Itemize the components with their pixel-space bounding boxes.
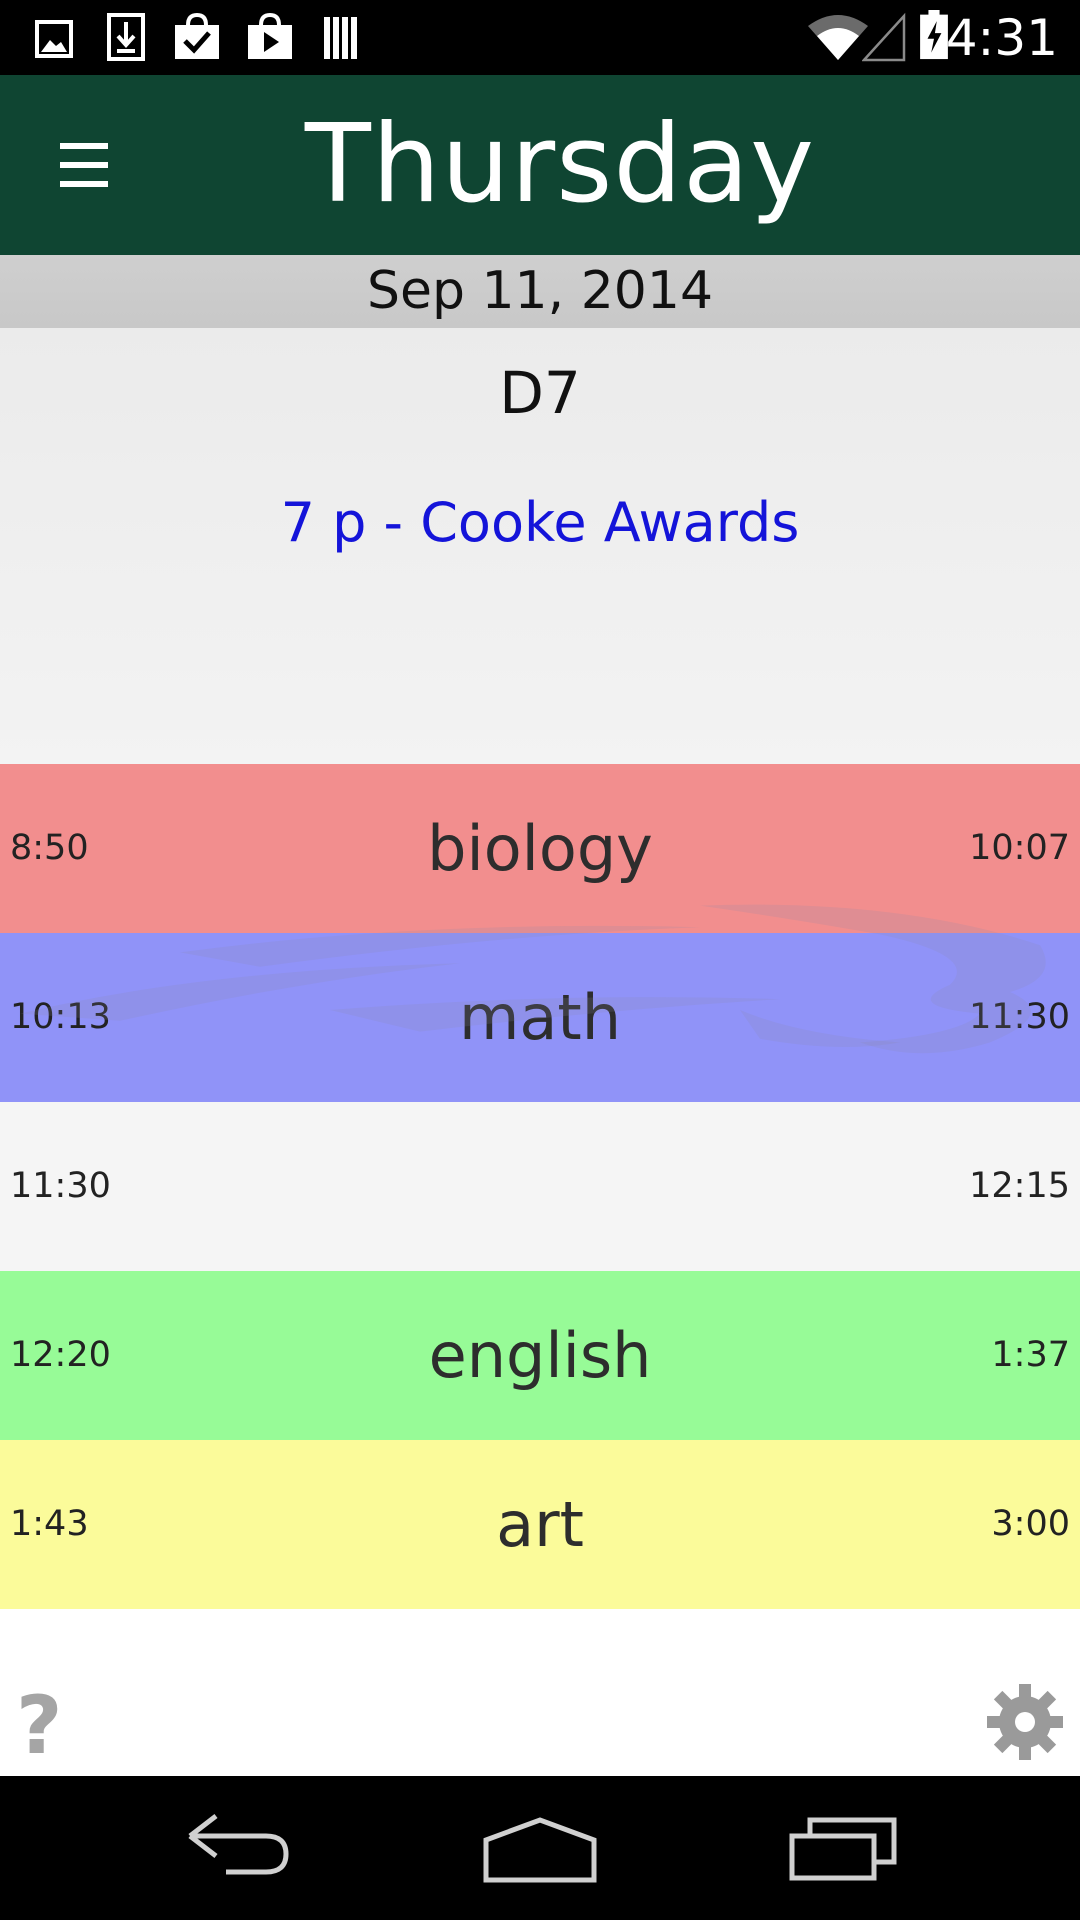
back-icon[interactable]	[180, 1806, 300, 1890]
gear-icon[interactable]	[985, 1682, 1065, 1762]
day-info-panel: D7 7 p - Cooke Awards	[0, 328, 1080, 764]
period-row[interactable]: 10:13 math 11:30	[0, 933, 1080, 1102]
help-button[interactable]: ?	[16, 1686, 76, 1766]
date-label: Sep 11, 2014	[0, 255, 1080, 328]
menu-icon[interactable]	[58, 125, 110, 205]
status-bar: 4:31	[0, 0, 1080, 75]
period-start-time: 11:30	[10, 1166, 111, 1206]
status-time: 4:31	[945, 9, 1058, 67]
period-row[interactable]: 11:30 12:15	[0, 1102, 1080, 1271]
period-name	[100, 1102, 980, 1271]
period-start-time: 8:50	[10, 828, 89, 868]
period-row[interactable]: 1:43 art 3:00	[0, 1440, 1080, 1609]
wifi-icon	[808, 15, 868, 60]
period-end-time: 10:07	[969, 828, 1070, 868]
app-header: Thursday	[0, 75, 1080, 255]
day-title: Thursday	[304, 102, 816, 227]
gallery-icon	[35, 20, 73, 58]
period-start-time: 1:43	[10, 1504, 89, 1544]
play-store-icon	[248, 12, 292, 59]
period-row[interactable]: 8:50 biology 10:07	[0, 764, 1080, 933]
period-end-time: 3:00	[991, 1504, 1070, 1544]
period-start-time: 12:20	[10, 1335, 111, 1375]
navigation-bar	[0, 1776, 1080, 1920]
period-name: biology	[427, 812, 653, 885]
shopping-bag-icon	[175, 12, 219, 59]
period-end-time: 11:30	[969, 997, 1070, 1037]
period-name: english	[428, 1319, 652, 1392]
download-icon	[107, 13, 145, 61]
home-icon[interactable]	[480, 1806, 600, 1890]
day-code: D7	[499, 359, 581, 427]
period-name: math	[459, 981, 621, 1054]
recent-apps-icon[interactable]	[784, 1806, 904, 1890]
period-end-time: 1:37	[991, 1335, 1070, 1375]
period-row[interactable]: 12:20 english 1:37	[0, 1271, 1080, 1440]
books-icon	[324, 17, 357, 59]
signal-icon	[862, 12, 906, 62]
period-name: art	[496, 1488, 584, 1561]
period-end-time: 12:15	[969, 1166, 1070, 1206]
period-start-time: 10:13	[10, 997, 111, 1037]
event-link[interactable]: 7 p - Cooke Awards	[0, 488, 1080, 558]
schedule-list: 8:50 biology 10:07 10:13 math 11:30 11:3…	[0, 764, 1080, 1776]
